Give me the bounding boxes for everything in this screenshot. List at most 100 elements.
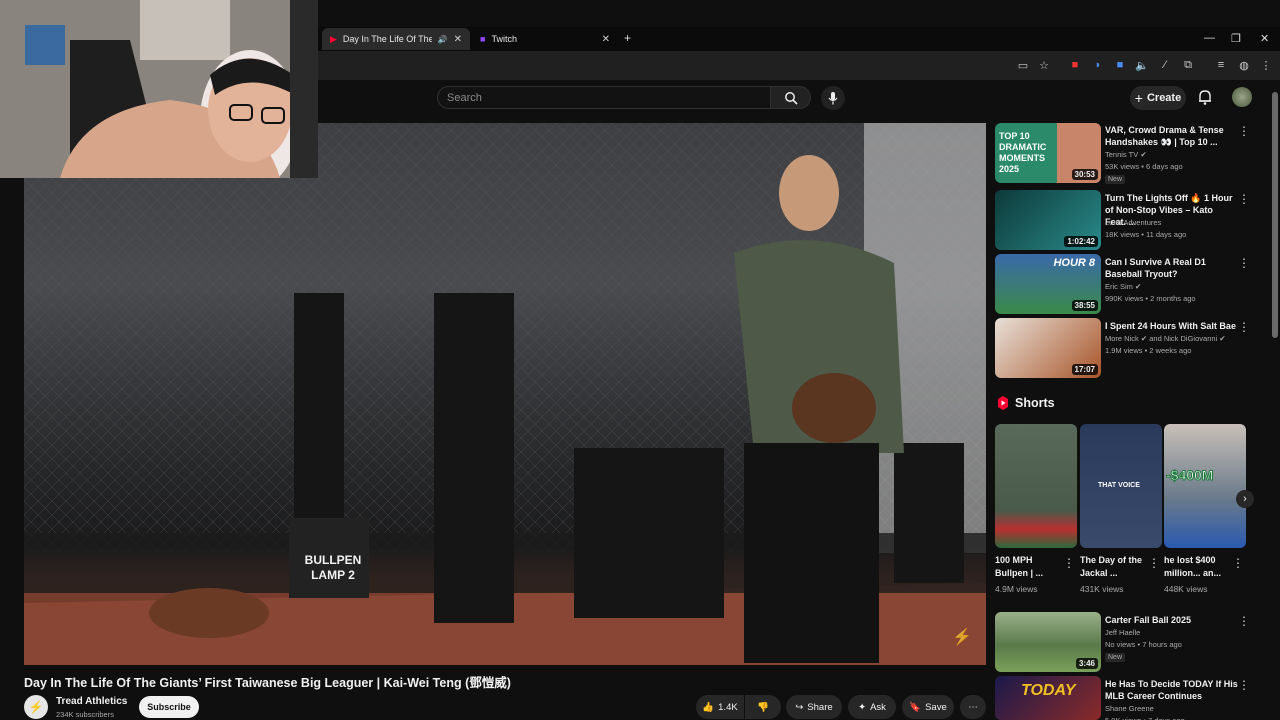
channel-name[interactable]: Jeff Haelle [1105,627,1140,639]
twitch-icon: ■ [480,34,486,44]
video-thumbnail[interactable]: TOP 10 DRAMATIC MOMENTS 2025 30:53 [995,123,1101,183]
page-scrollbar[interactable] [1272,92,1278,338]
extension-icon[interactable]: ■ [1068,58,1082,72]
video-title[interactable]: Can I Survive A Real D1 Baseball Tryout? [1105,256,1215,280]
share-icon: ↪ [795,701,804,713]
video-title: Day In The Life Of The Giants’ First Tai… [24,676,511,690]
close-tab-icon[interactable]: ✕ [454,34,462,45]
video-thumbnail[interactable]: HOUR 8 38:55 [995,254,1101,314]
verified-icon: ✔ [1140,150,1147,159]
channel-name[interactable]: Eric Sim ✔ [1105,281,1141,293]
tab-youtube[interactable]: ▶ Day In The Life Of The Gian 🔊 ✕ [322,28,470,50]
extension-icon[interactable]: ⁄ [1158,58,1172,72]
close-window-button[interactable]: ✕ [1260,32,1269,45]
sparkle-icon: ✦ [858,701,867,713]
more-options-icon[interactable]: ⋮ [1238,678,1250,692]
video-meta: No views • 7 hours ago [1105,640,1182,649]
video-overlay-text: BULLPEN LAMP 2 [304,553,362,582]
verified-icon: ✔ [1219,334,1226,343]
short-views: 448K views [1164,584,1208,594]
video-thumbnail[interactable]: 1:02:42 [995,190,1101,250]
watermark-icon: ⚡ [952,629,972,646]
search-input[interactable]: Search [437,86,771,109]
channel-name[interactable]: More Nick ✔ and Nick DiGiovanni ✔ [1105,333,1226,345]
short-thumbnail[interactable] [995,424,1077,548]
search-button[interactable] [771,86,811,109]
thumbnail-text: TODAY [1021,682,1076,699]
maximize-button[interactable]: ❐ [1231,32,1241,45]
more-options-icon[interactable]: ⋮ [1148,556,1160,570]
like-button[interactable]: 👍 1.4K [696,695,744,719]
video-player[interactable]: BULLPEN LAMP 2 ⚡ [24,123,986,665]
more-options-icon[interactable]: ⋮ [1238,256,1250,270]
video-thumbnail[interactable]: 3:46 [995,612,1101,672]
youtube-icon: ▶ [330,33,337,44]
more-options-icon[interactable]: ⋮ [1238,124,1250,138]
more-options-icon[interactable]: ⋮ [1238,192,1250,206]
create-button[interactable]: + Create [1130,86,1186,110]
more-options-icon[interactable]: ⋮ [1063,556,1075,570]
volume-icon[interactable]: 🔈 [1135,58,1149,72]
close-tab-icon[interactable]: ✕ [602,34,610,45]
more-icon[interactable]: ⋮ [1259,58,1273,72]
search-icon [784,91,798,105]
duration-badge: 30:53 [1071,169,1098,180]
create-label: Create [1146,92,1182,104]
voice-search-button[interactable] [821,86,845,110]
video-title[interactable]: He Has To Decide TODAY If His MLB Career… [1105,678,1240,702]
more-actions-button[interactable]: ⋯ [960,695,986,719]
video-meta: 990K views • 2 months ago [1105,294,1196,303]
cast-icon[interactable]: ▭ [1016,58,1030,72]
duration-badge: 1:02:42 [1064,236,1098,247]
tab-label: Twitch [491,34,517,44]
new-tab-button[interactable]: + [624,31,631,45]
more-options-icon[interactable]: ⋮ [1232,556,1244,570]
tab-twitch[interactable]: ■ Twitch ✕ [472,28,618,50]
channel-name[interactable]: Luna Adventures [1105,217,1161,229]
more-icon: ⋯ [968,701,978,713]
save-button[interactable]: 🔖 Save [902,695,954,719]
notifications-button[interactable] [1198,89,1212,110]
video-title[interactable]: Carter Fall Ball 2025 [1105,614,1235,626]
avatar[interactable] [1232,87,1252,107]
minimize-button[interactable]: — [1204,32,1215,44]
short-views: 431K views [1080,584,1124,594]
search-placeholder: Search [447,91,482,104]
menu-icon[interactable]: ≡ [1214,58,1228,72]
subscribe-button[interactable]: Subscribe [139,696,199,718]
short-thumbnail[interactable]: THAT VOICE [1080,424,1162,548]
ask-button[interactable]: ✦ Ask [848,695,896,719]
short-title[interactable]: 100 MPH Bullpen | ... [995,554,1057,580]
like-count: 1.4K [718,701,738,713]
short-thumbnail[interactable]: -$400M [1164,424,1246,548]
video-title[interactable]: I Spent 24 Hours With Salt Bae [1105,320,1240,332]
duration-badge: 38:55 [1071,300,1098,311]
channel-avatar[interactable]: ⚡ [24,695,48,719]
video-meta: 53K views • 6 days ago [1105,162,1183,171]
thumbs-up-icon: 👍 [702,701,715,713]
channel-name[interactable]: Tread Athletics [56,696,127,707]
webcam-overlay [0,0,318,178]
video-thumbnail[interactable]: 17:07 [995,318,1101,378]
short-title[interactable]: The Day of the Jackal ... [1080,554,1142,580]
more-options-icon[interactable]: ⋮ [1238,320,1250,334]
save-label: Save [925,701,947,713]
profile-icon[interactable]: ◍ [1237,58,1251,72]
speaker-icon[interactable]: 🔊 [438,35,448,44]
duration-badge: 3:46 [1075,658,1098,669]
thumbs-down-icon: 👎 [757,701,769,713]
shorts-icon [996,396,1010,410]
extension-icon[interactable]: ■ [1113,58,1127,72]
channel-name[interactable]: Shane Greene [1105,703,1154,715]
video-title[interactable]: VAR, Crowd Drama & Tense Handshakes 👀 | … [1105,124,1225,148]
puzzle-icon[interactable]: ⧉ [1181,58,1195,72]
video-thumbnail[interactable]: TODAY [995,676,1101,720]
extension-icon[interactable]: ◗ [1091,58,1105,72]
shorts-next-button[interactable]: › [1236,490,1254,508]
bookmark-star-icon[interactable]: ☆ [1037,58,1051,72]
channel-name[interactable]: Tennis TV ✔ [1105,149,1147,161]
short-title[interactable]: he lost $400 million... an... [1164,554,1228,580]
more-options-icon[interactable]: ⋮ [1238,614,1250,628]
dislike-button[interactable]: 👎 [745,695,781,719]
share-button[interactable]: ↪ Share [786,695,842,719]
